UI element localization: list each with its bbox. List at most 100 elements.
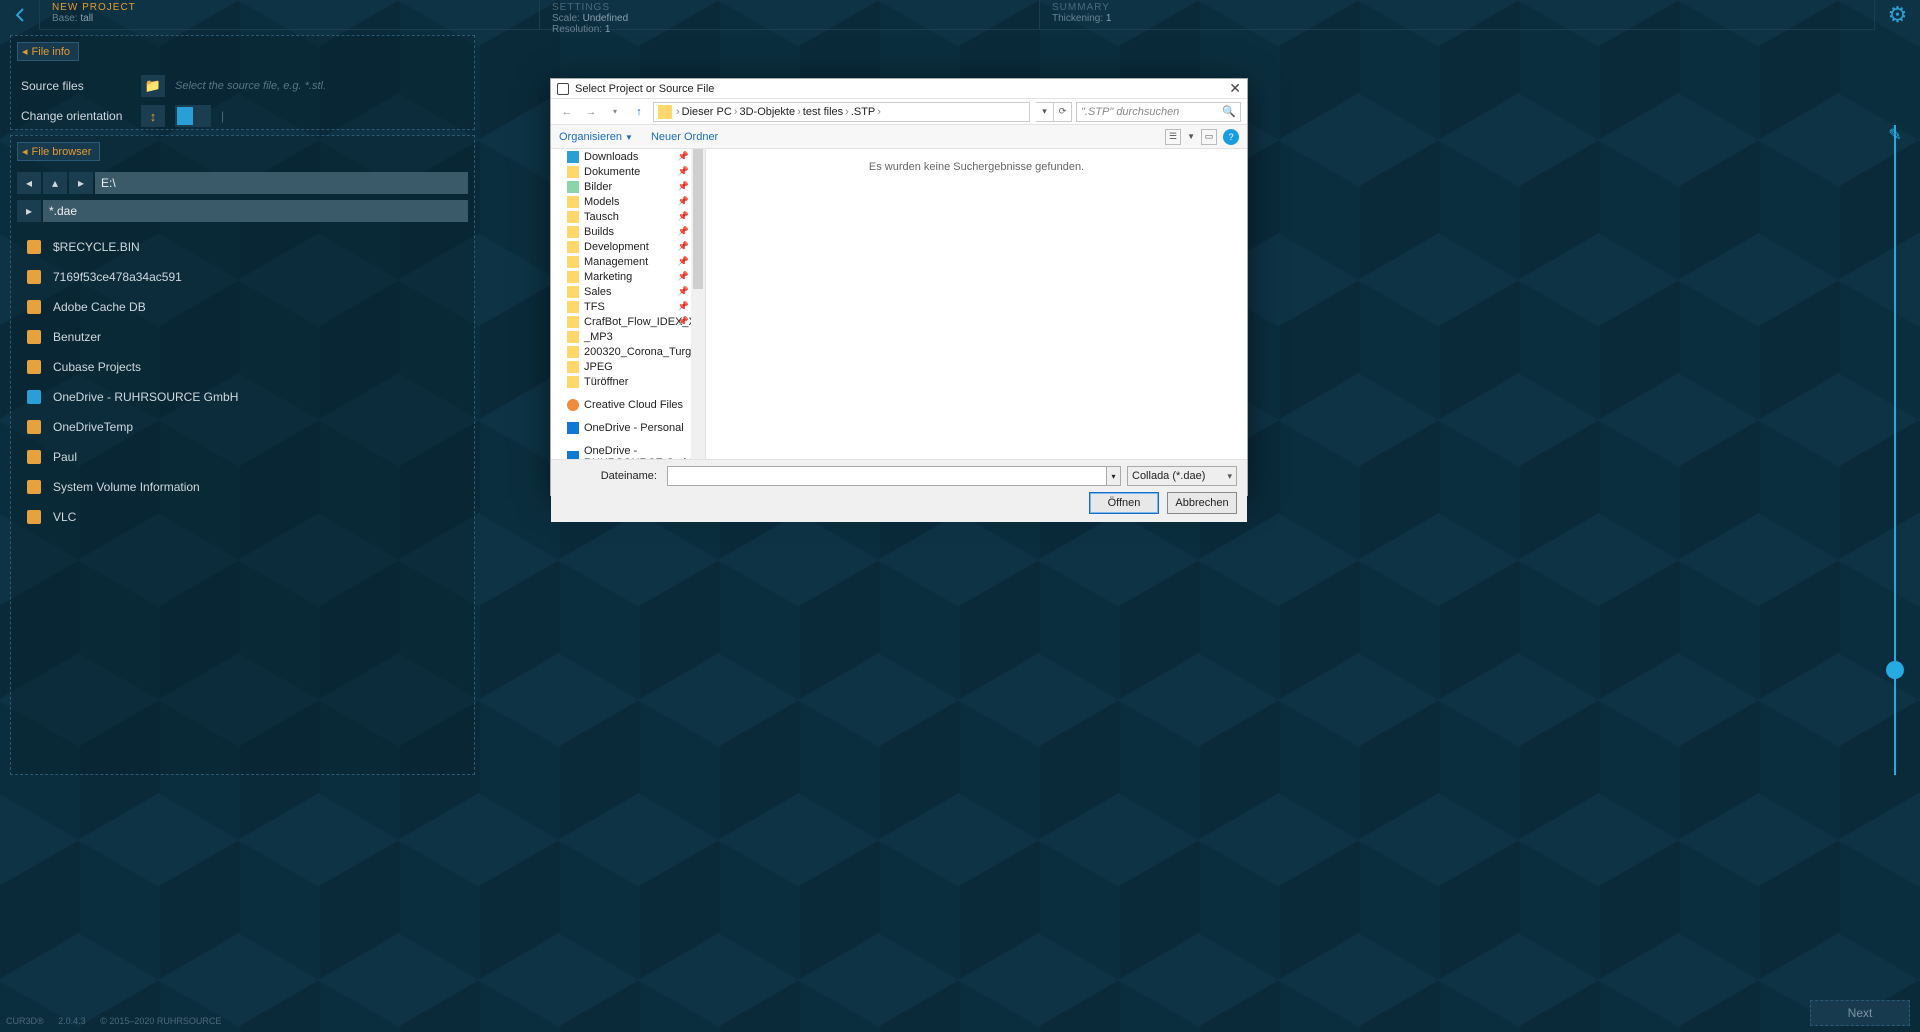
item-label: Cubase Projects xyxy=(53,360,141,374)
tree-item[interactable]: Development📌 xyxy=(551,239,705,254)
tree-item[interactable]: _MP3 xyxy=(551,329,705,344)
tree-item[interactable]: JPEG xyxy=(551,359,705,374)
dialog-file-area[interactable]: Es wurden keine Suchergebnisse gefunden. xyxy=(706,149,1247,459)
chevron-left-icon xyxy=(14,8,26,22)
filename-input[interactable] xyxy=(667,466,1107,486)
filter-go-button[interactable]: ▸ xyxy=(17,200,41,222)
chevron-right-icon: › xyxy=(797,106,801,118)
rail-handle[interactable] xyxy=(1886,661,1904,679)
breadcrumb-segment[interactable]: Dieser PC xyxy=(682,106,732,118)
folder-icon xyxy=(27,480,41,494)
chevron-up-icon: ▴ xyxy=(52,176,58,190)
tree-item[interactable]: Bilder📌 xyxy=(551,179,705,194)
orientation-label: Change orientation xyxy=(21,109,131,123)
tree-item[interactable]: Türöffner xyxy=(551,374,705,389)
list-item[interactable]: $RECYCLE.BIN xyxy=(11,232,474,262)
nav-forward-button[interactable]: ▸ xyxy=(69,172,93,194)
breadcrumb[interactable]: › Dieser PC›3D-Objekte›test files›.STP› xyxy=(653,102,1030,122)
filter-input[interactable] xyxy=(43,200,468,222)
pin-icon: 📌 xyxy=(678,181,689,192)
folder-icon xyxy=(27,330,41,344)
tree-item[interactable]: Management📌 xyxy=(551,254,705,269)
onedrive-icon xyxy=(27,390,41,404)
nav-forward-button[interactable]: → xyxy=(581,102,601,122)
path-input[interactable] xyxy=(95,172,468,194)
step-summary[interactable]: SUMMARY Thickening: 1 xyxy=(1040,0,1875,30)
breadcrumb-segment[interactable]: test files xyxy=(803,106,843,118)
tree-item[interactable]: Sales📌 xyxy=(551,284,705,299)
nav-back-button[interactable]: ← xyxy=(557,102,577,122)
open-button[interactable]: Öffnen xyxy=(1089,492,1159,514)
product-version: 2.0.4.3 xyxy=(58,1016,86,1026)
breadcrumb-dropdown[interactable]: ▾ xyxy=(1036,102,1054,122)
step-new-project[interactable]: NEW PROJECT Base: tall xyxy=(40,0,540,30)
tree-item[interactable]: Dokumente📌 xyxy=(551,164,705,179)
search-input[interactable]: ".STP" durchsuchen 🔍 xyxy=(1076,102,1241,122)
nav-up-button[interactable]: ↑ xyxy=(629,102,649,122)
view-dropdown-icon[interactable]: ▼ xyxy=(1187,132,1195,141)
next-button[interactable]: Next xyxy=(1810,1000,1910,1026)
nav-back-button[interactable]: ◂ xyxy=(17,172,41,194)
thick-label: Thickening: xyxy=(1052,13,1103,24)
organize-menu[interactable]: Organisieren ▼ xyxy=(559,131,633,143)
list-item[interactable]: Paul xyxy=(11,442,474,472)
orientation-button[interactable]: ↕ xyxy=(141,105,165,127)
folder-icon xyxy=(567,301,579,313)
folder-icon xyxy=(27,270,41,284)
timeline-rail: ✎ xyxy=(1880,35,1910,775)
top-stepper: NEW PROJECT Base: tall SETTINGS Scale: U… xyxy=(0,0,1920,30)
tree-item[interactable]: Creative Cloud Files xyxy=(551,397,705,412)
list-item[interactable]: OneDriveTemp xyxy=(11,412,474,442)
help-button[interactable]: ? xyxy=(1223,129,1239,145)
file-info-tab[interactable]: ◂ File info xyxy=(17,42,79,61)
tree-item[interactable]: 200320_Corona_Turgriffe xyxy=(551,344,705,359)
new-folder-button[interactable]: Neuer Ordner xyxy=(651,131,718,143)
filetype-combo[interactable]: Collada (*.dae) xyxy=(1127,466,1237,486)
browse-source-button[interactable]: 📁 xyxy=(141,75,165,97)
breadcrumb-segment[interactable]: 3D-Objekte xyxy=(739,106,795,118)
list-item[interactable]: 7169f53ce478a34ac591 xyxy=(11,262,474,292)
pic-icon xyxy=(567,181,579,193)
tree-item-label: _MP3 xyxy=(584,331,613,343)
res-label: Resolution: xyxy=(552,24,602,35)
od-icon xyxy=(567,422,579,434)
dialog-titlebar[interactable]: Select Project or Source File ✕ xyxy=(551,79,1247,99)
chevron-right-icon: ▸ xyxy=(26,204,32,218)
tree-item[interactable]: CrafBot_Flow_IDEX_XL_AME📌 xyxy=(551,314,705,329)
file-browser-tab[interactable]: ◂ File browser xyxy=(17,142,100,161)
tree-item[interactable]: Tausch📌 xyxy=(551,209,705,224)
step-settings[interactable]: SETTINGS Scale: Undefined Resolution: 1 xyxy=(540,0,1040,30)
empty-message: Es wurden keine Suchergebnisse gefunden. xyxy=(706,161,1247,173)
nav-up-button[interactable]: ▴ xyxy=(43,172,67,194)
list-item[interactable]: VLC xyxy=(11,502,474,532)
scrollbar-thumb[interactable] xyxy=(693,149,703,289)
tree-item[interactable]: Downloads📌 xyxy=(551,149,705,164)
list-item[interactable]: Benutzer xyxy=(11,322,474,352)
close-button[interactable]: ✕ xyxy=(1229,80,1241,97)
step-back-button[interactable] xyxy=(0,0,40,30)
dialog-toolbar: Organisieren ▼ Neuer Ordner ☰ ▼ ▭ ? xyxy=(551,125,1247,149)
list-item[interactable]: System Volume Information xyxy=(11,472,474,502)
tree-item[interactable]: Marketing📌 xyxy=(551,269,705,284)
orientation-toggle[interactable] xyxy=(175,105,211,127)
filename-dropdown[interactable]: ▾ xyxy=(1107,466,1121,486)
tree-item[interactable]: Builds📌 xyxy=(551,224,705,239)
tree-scrollbar[interactable] xyxy=(691,149,705,459)
folder-icon xyxy=(567,241,579,253)
cancel-button[interactable]: Abbrechen xyxy=(1167,492,1237,514)
tree-item[interactable]: OneDrive - Personal xyxy=(551,420,705,435)
tree-item[interactable]: OneDrive - RUHRSOURCE GmbH xyxy=(551,443,705,459)
list-item[interactable]: Cubase Projects xyxy=(11,352,474,382)
preview-pane-button[interactable]: ▭ xyxy=(1201,129,1217,145)
breadcrumb-segment[interactable]: .STP xyxy=(851,106,875,118)
tree-item[interactable]: Models📌 xyxy=(551,194,705,209)
list-item[interactable]: Adobe Cache DB xyxy=(11,292,474,322)
item-label: 7169f53ce478a34ac591 xyxy=(53,270,182,284)
view-mode-button[interactable]: ☰ xyxy=(1165,129,1181,145)
list-item[interactable]: OneDrive - RUHRSOURCE GmbH xyxy=(11,382,474,412)
tab-label: File browser xyxy=(32,146,92,158)
tree-item[interactable]: TFS📌 xyxy=(551,299,705,314)
nav-recent-button[interactable]: ▾ xyxy=(605,102,625,122)
tree-item-label: Development xyxy=(584,241,649,253)
refresh-button[interactable]: ⟳ xyxy=(1054,102,1072,122)
